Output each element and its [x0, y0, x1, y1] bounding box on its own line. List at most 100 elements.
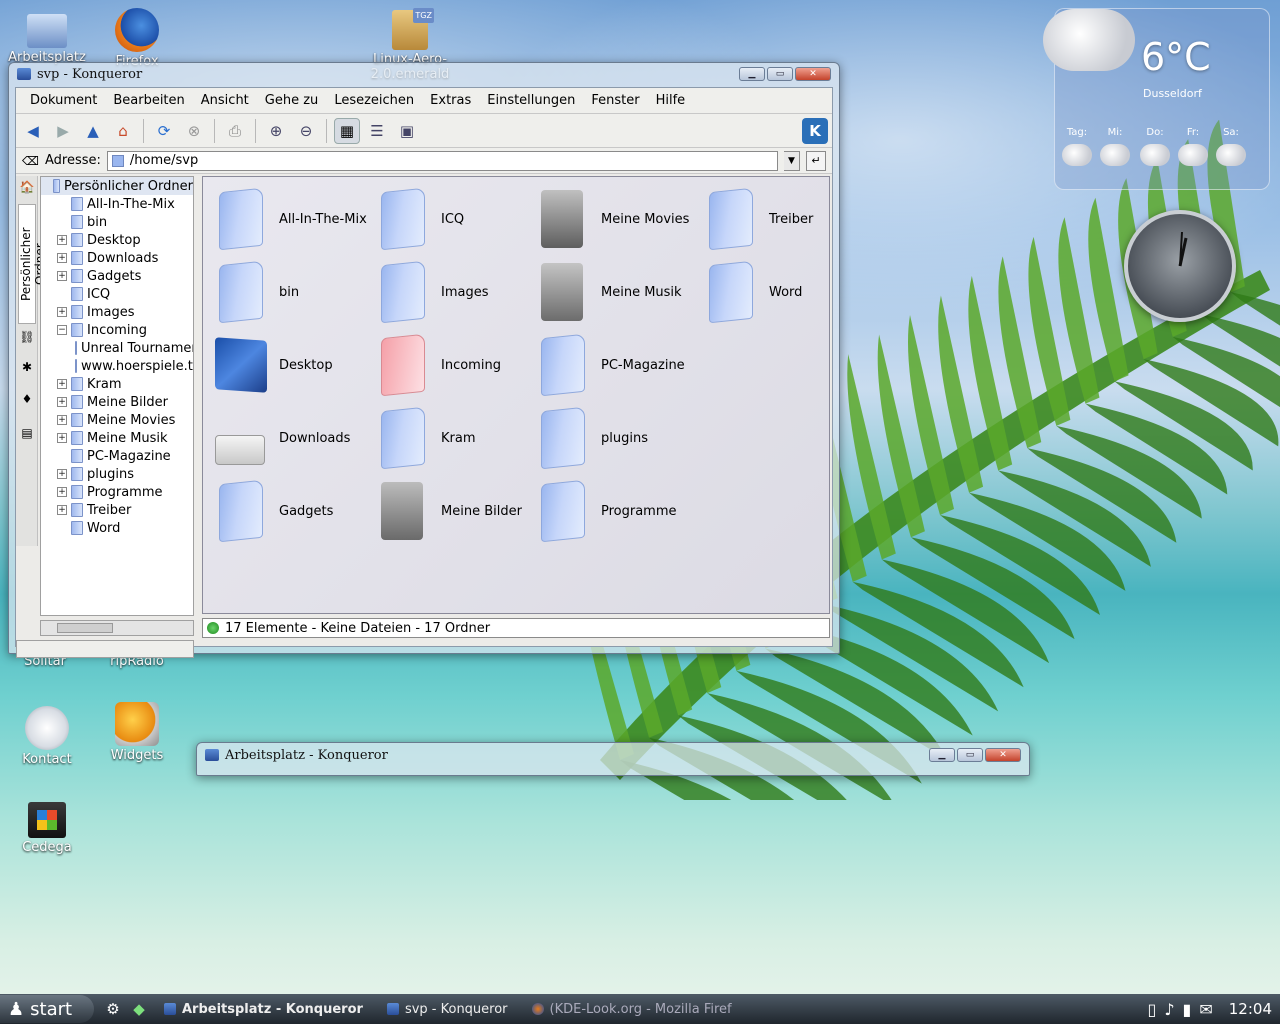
task-firefox[interactable]: (KDE-Look.org - Mozilla Firef [520, 996, 744, 1022]
expand-toggle-icon[interactable]: + [57, 415, 67, 425]
minimize-button[interactable]: ▁ [739, 67, 765, 81]
address-input[interactable]: /home/svp [106, 150, 778, 171]
minimize-button[interactable]: ▁ [929, 748, 955, 762]
tree-item[interactable]: + Meine Movies [41, 411, 193, 429]
menu-ansicht[interactable]: Ansicht [193, 93, 257, 108]
tree-item[interactable]: + Gadgets [41, 267, 193, 285]
file-item[interactable]: Word [701, 258, 865, 326]
menu-einstellungen[interactable]: Einstellungen [479, 93, 583, 108]
desktop-icon-arbeitsplatz[interactable]: Arbeitsplatz [2, 14, 92, 65]
quicklaunch-kde-icon[interactable]: ⚙ [100, 996, 126, 1022]
tree-item[interactable]: + Programme [41, 483, 193, 501]
window-titlebar[interactable]: svp - Konqueror ▁ ▭ ✕ [9, 63, 839, 85]
task-arbeitsplatz[interactable]: Arbeitsplatz - Konqueror [152, 996, 375, 1022]
tree-item[interactable]: + Downloads [41, 249, 193, 267]
maximize-button[interactable]: ▭ [957, 748, 983, 762]
task-svp[interactable]: svp - Konqueror [375, 996, 520, 1022]
detail-view-icon[interactable]: ☰ [364, 118, 390, 144]
expand-toggle-icon[interactable]: + [57, 433, 67, 443]
menu-gehe-zu[interactable]: Gehe zu [257, 93, 327, 108]
expand-toggle-icon[interactable]: + [57, 379, 67, 389]
print-icon[interactable]: ⎙ [222, 118, 248, 144]
expand-toggle-icon[interactable]: + [57, 271, 67, 281]
tree-item[interactable]: + Meine Bilder [41, 393, 193, 411]
zoom-out-icon[interactable]: ⊖ [293, 118, 319, 144]
menu-hilfe[interactable]: Hilfe [648, 93, 694, 108]
file-item[interactable]: Kram [373, 404, 537, 472]
preview-view-icon[interactable]: ▣ [394, 118, 420, 144]
file-item[interactable]: bin [211, 258, 375, 326]
forward-icon[interactable]: ▶ [50, 118, 76, 144]
tree-item[interactable]: ICQ [41, 285, 193, 303]
file-item[interactable]: Images [373, 258, 537, 326]
tree-item[interactable]: + plugins [41, 465, 193, 483]
file-item[interactable]: Incoming [373, 331, 537, 399]
quicklaunch-gem-icon[interactable]: ◆ [126, 996, 152, 1022]
file-item[interactable]: plugins [533, 404, 697, 472]
tree-item[interactable]: + Kram [41, 375, 193, 393]
up-icon[interactable]: ▲ [80, 118, 106, 144]
weather-widget[interactable]: 6°C Dusseldorf Tag: Mi: Do: Fr: Sa: [1043, 8, 1270, 190]
file-item[interactable]: Treiber [701, 185, 865, 253]
tree-horizontal-scrollbar[interactable] [40, 620, 194, 636]
menu-bearbeiten[interactable]: Bearbeiten [105, 93, 192, 108]
file-item[interactable]: PC-Magazine [533, 331, 697, 399]
window-titlebar[interactable]: Arbeitsplatz - Konqueror ▁ ▭ ✕ [197, 743, 1029, 767]
update-icon[interactable]: ✉ [1199, 1000, 1212, 1019]
file-item[interactable]: Meine Bilder [373, 477, 537, 545]
file-icon-view[interactable]: All-In-The-Mix bin Desktop Downloads Gadgets… [202, 176, 830, 614]
file-item[interactable]: Downloads [211, 404, 375, 472]
tree-item[interactable]: + Treiber [41, 501, 193, 519]
stop-icon[interactable]: ⊗ [181, 118, 207, 144]
home-icon[interactable]: ⌂ [110, 118, 136, 144]
desktop-icon-kontact[interactable]: Kontact [2, 706, 92, 767]
root-folder-tab-icon[interactable]: ▤ [19, 426, 35, 442]
expand-toggle-icon[interactable]: + [57, 307, 67, 317]
menu-dokument[interactable]: Dokument [22, 93, 105, 108]
services-tab-icon[interactable]: ✱ [19, 360, 35, 376]
file-item[interactable]: Programme [533, 477, 697, 545]
icon-view-icon[interactable]: ▦ [334, 117, 360, 144]
tree-item[interactable]: − Incoming [41, 321, 193, 339]
zoom-in-icon[interactable]: ⊕ [263, 118, 289, 144]
network-tab-icon[interactable]: ⛓ [19, 330, 35, 346]
network-signal-icon[interactable]: ▮ [1183, 1000, 1192, 1019]
tab-persoenlicher-ordner[interactable]: Persönlicher Ordner [18, 204, 47, 324]
menu-lesezeichen[interactable]: Lesezeichen [326, 93, 422, 108]
desktop-icon-cedega[interactable]: Cedega [2, 802, 92, 855]
desktop-icon-firefox[interactable]: Firefox [92, 8, 182, 69]
menu-fenster[interactable]: Fenster [583, 93, 647, 108]
file-item[interactable]: ICQ [373, 185, 537, 253]
close-button[interactable]: ✕ [985, 748, 1021, 762]
kde-logo-icon[interactable]: K [802, 117, 828, 144]
tray-clock[interactable]: 12:04 [1229, 1000, 1272, 1018]
tree-item[interactable]: Unreal Tournamer [41, 339, 193, 357]
file-item[interactable]: All-In-The-Mix [211, 185, 375, 253]
expand-toggle-icon[interactable]: + [57, 253, 67, 263]
expand-toggle-icon[interactable]: + [57, 397, 67, 407]
home-folder-tab-icon[interactable]: 🏠 [19, 180, 35, 196]
file-item[interactable]: Gadgets [211, 477, 375, 545]
konqueror-window[interactable]: svp - Konqueror ▁ ▭ ✕ Dokument Bearbeite… [8, 62, 840, 658]
reload-icon[interactable]: ⟳ [151, 118, 177, 144]
close-button[interactable]: ✕ [795, 67, 831, 81]
desktop-icon-widgets[interactable]: Widgets [92, 702, 182, 763]
tree-item[interactable]: PC-Magazine [41, 447, 193, 465]
volume-icon[interactable]: ♪ [1164, 1000, 1174, 1019]
file-item[interactable]: Meine Musik [533, 258, 697, 326]
maximize-button[interactable]: ▭ [767, 67, 793, 81]
tree-item[interactable]: www.hoerspiele.tc [41, 357, 193, 375]
tree-item[interactable]: + Desktop [41, 231, 193, 249]
scrollbar-thumb[interactable] [57, 623, 113, 633]
go-button[interactable]: ↵ [806, 150, 826, 171]
file-item[interactable]: Desktop [211, 331, 375, 399]
konqueror-arbeitsplatz-window[interactable]: Arbeitsplatz - Konqueror ▁ ▭ ✕ [196, 742, 1030, 776]
start-button[interactable]: ♟ start [0, 995, 94, 1023]
expand-toggle-icon[interactable]: + [57, 235, 67, 245]
tree-item[interactable]: + Images [41, 303, 193, 321]
expand-toggle-icon[interactable]: − [57, 325, 67, 335]
file-item[interactable]: Meine Movies [533, 185, 697, 253]
address-dropdown-icon[interactable]: ▼ [784, 150, 800, 171]
tree-item[interactable]: All-In-The-Mix [41, 195, 193, 213]
menu-extras[interactable]: Extras [422, 93, 479, 108]
